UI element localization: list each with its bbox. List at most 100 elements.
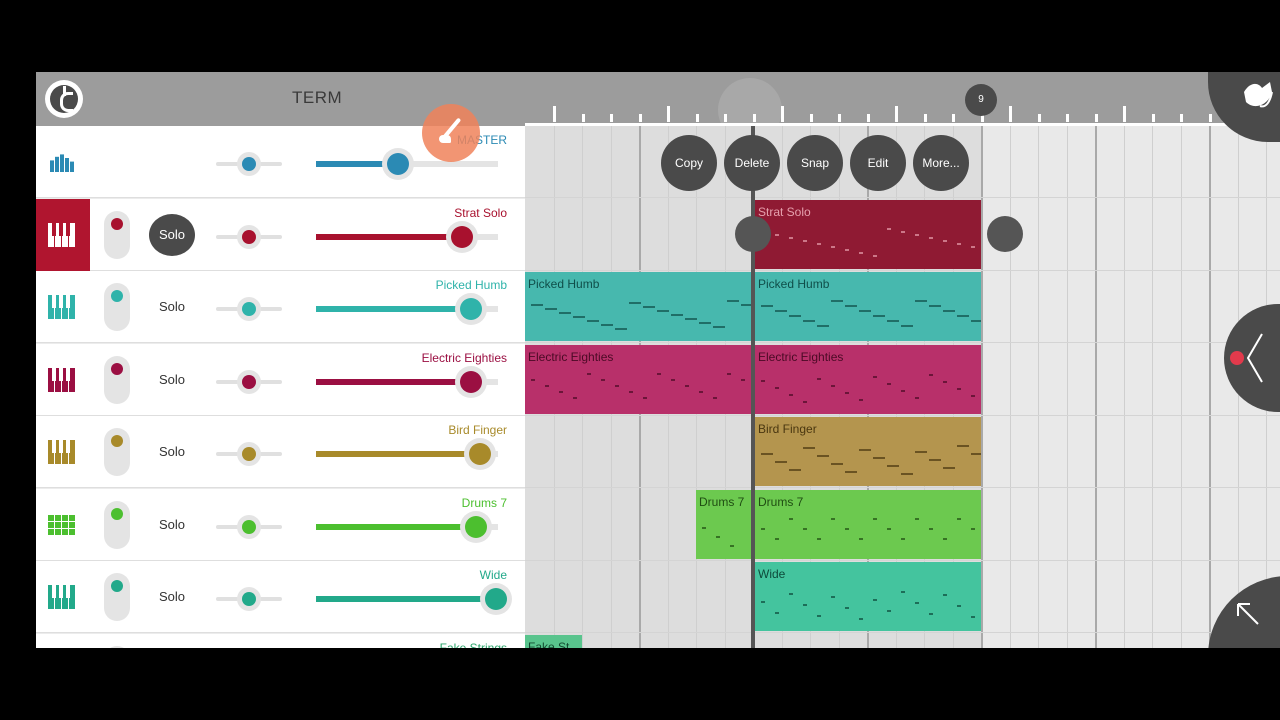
context-more-button[interactable]: More...	[913, 135, 969, 191]
mute-toggle[interactable]	[104, 645, 130, 648]
track-row[interactable]: Solo Bird Finger	[36, 416, 525, 488]
solo-button[interactable]: Solo	[148, 507, 196, 543]
track-name[interactable]: Bird Finger	[448, 423, 507, 437]
volume-knob[interactable]	[460, 510, 493, 543]
pan-knob[interactable]	[237, 442, 261, 466]
track-row[interactable]: Solo Wide	[36, 561, 525, 633]
pan-slider[interactable]	[216, 297, 282, 321]
midi-note	[957, 387, 961, 390]
clip[interactable]: Fake St	[525, 634, 582, 648]
paint-brush-button[interactable]	[422, 104, 480, 162]
pan-slider[interactable]	[216, 442, 282, 466]
drum-pads-icon[interactable]	[46, 507, 78, 543]
midi-note	[601, 324, 613, 326]
midi-note	[775, 537, 779, 540]
volume-slider[interactable]	[316, 510, 498, 543]
keyboard-icon[interactable]	[46, 217, 78, 253]
expand-button[interactable]	[1208, 576, 1280, 648]
arrangement-timeline[interactable]: Strat Solo Picked Humb Picked Humb Electric…	[525, 126, 1280, 648]
pan-slider[interactable]	[216, 369, 282, 394]
keyboard-icon[interactable]	[46, 362, 78, 398]
pan-slider[interactable]	[216, 587, 282, 611]
volume-slider[interactable]	[316, 220, 498, 253]
clip[interactable]: Drums 7	[755, 489, 981, 559]
loop-mode-button[interactable]	[1208, 72, 1280, 142]
volume-slider[interactable]	[316, 293, 498, 325]
volume-knob[interactable]	[381, 148, 414, 180]
keyboard-icon[interactable]	[46, 434, 78, 470]
track-name[interactable]: Drums 7	[462, 496, 507, 510]
playhead-start-handle[interactable]	[735, 216, 771, 252]
context-copy-button[interactable]: Copy	[661, 135, 717, 191]
midi-note	[873, 315, 885, 317]
volume-knob[interactable]	[454, 293, 487, 325]
track-name[interactable]: Wide	[480, 568, 507, 582]
volume-knob[interactable]	[463, 438, 496, 470]
track-row[interactable]: Solo Strat Solo	[36, 198, 525, 271]
context-snap-button[interactable]: Snap	[787, 135, 843, 191]
pan-slider[interactable]	[216, 152, 282, 176]
mixer-icon[interactable]	[46, 144, 78, 180]
clip[interactable]: Wide	[755, 562, 981, 631]
track-row[interactable]: Solo Picked Humb	[36, 271, 525, 343]
playhead[interactable]	[751, 126, 755, 648]
track-name[interactable]: Electric Eighties	[422, 351, 507, 365]
track-row[interactable]: Solo Drums 7	[36, 488, 525, 561]
pan-slider[interactable]	[216, 224, 282, 249]
clip[interactable]: Picked Humb	[525, 272, 751, 341]
pan-knob[interactable]	[237, 587, 261, 611]
clip[interactable]: Electric Eighties	[755, 344, 981, 414]
volume-slider[interactable]	[316, 148, 498, 180]
pan-knob[interactable]	[237, 369, 261, 394]
solo-button[interactable]: Solo	[149, 213, 195, 256]
pan-knob[interactable]	[237, 514, 261, 539]
clip[interactable]: Drums 7	[696, 489, 751, 559]
app-logo-mark	[63, 86, 66, 96]
track-name[interactable]: Picked Humb	[436, 278, 507, 292]
pan-knob[interactable]	[237, 152, 261, 176]
mute-toggle[interactable]	[104, 283, 130, 331]
clip[interactable]: Picked Humb	[755, 272, 981, 341]
clip[interactable]: Bird Finger	[755, 417, 981, 486]
top-bar: TERM 9	[36, 72, 1280, 142]
pan-knob[interactable]	[237, 297, 261, 321]
grid-line	[1009, 126, 1011, 648]
solo-button[interactable]: Solo	[148, 289, 196, 325]
solo-button[interactable]: Solo	[148, 362, 196, 398]
volume-knob[interactable]	[480, 583, 513, 615]
track-name[interactable]: Fake Strings	[440, 641, 507, 649]
track-row[interactable]: Solo Electric Eighties	[36, 343, 525, 416]
bar-marker[interactable]: 9	[965, 84, 997, 116]
clip[interactable]: Electric Eighties	[525, 344, 751, 414]
track-row[interactable]: SoloFake Strings	[36, 633, 525, 649]
context-delete-button[interactable]: Delete	[724, 135, 780, 191]
volume-slider[interactable]	[316, 583, 513, 615]
context-edit-button[interactable]: Edit	[850, 135, 906, 191]
collapse-panel-button[interactable]	[1224, 304, 1280, 412]
solo-button[interactable]: Solo	[148, 434, 196, 470]
clip[interactable]: Strat Solo	[755, 199, 981, 269]
selection-end-handle[interactable]	[987, 216, 1023, 252]
mute-toggle[interactable]	[104, 500, 130, 549]
volume-slider[interactable]	[316, 438, 498, 470]
timeline-ruler[interactable]	[525, 98, 1280, 126]
mute-toggle[interactable]	[104, 428, 130, 476]
midi-note	[643, 306, 655, 308]
pan-knob[interactable]	[237, 224, 261, 249]
volume-slider[interactable]	[316, 365, 498, 398]
solo-button[interactable]: Solo	[148, 579, 196, 615]
midi-note	[915, 396, 919, 399]
volume-knob[interactable]	[454, 365, 487, 398]
midi-note	[943, 310, 955, 312]
mute-toggle[interactable]	[104, 210, 130, 259]
keyboard-icon[interactable]	[46, 289, 78, 325]
record-dot-icon	[1230, 351, 1244, 365]
volume-knob[interactable]	[445, 220, 478, 253]
project-title[interactable]: TERM	[292, 88, 342, 108]
pan-slider[interactable]	[216, 514, 282, 539]
midi-note	[929, 305, 941, 307]
mute-toggle[interactable]	[104, 573, 130, 621]
keyboard-icon[interactable]	[46, 579, 78, 615]
track-name[interactable]: Strat Solo	[454, 206, 507, 220]
mute-toggle[interactable]	[104, 355, 130, 404]
